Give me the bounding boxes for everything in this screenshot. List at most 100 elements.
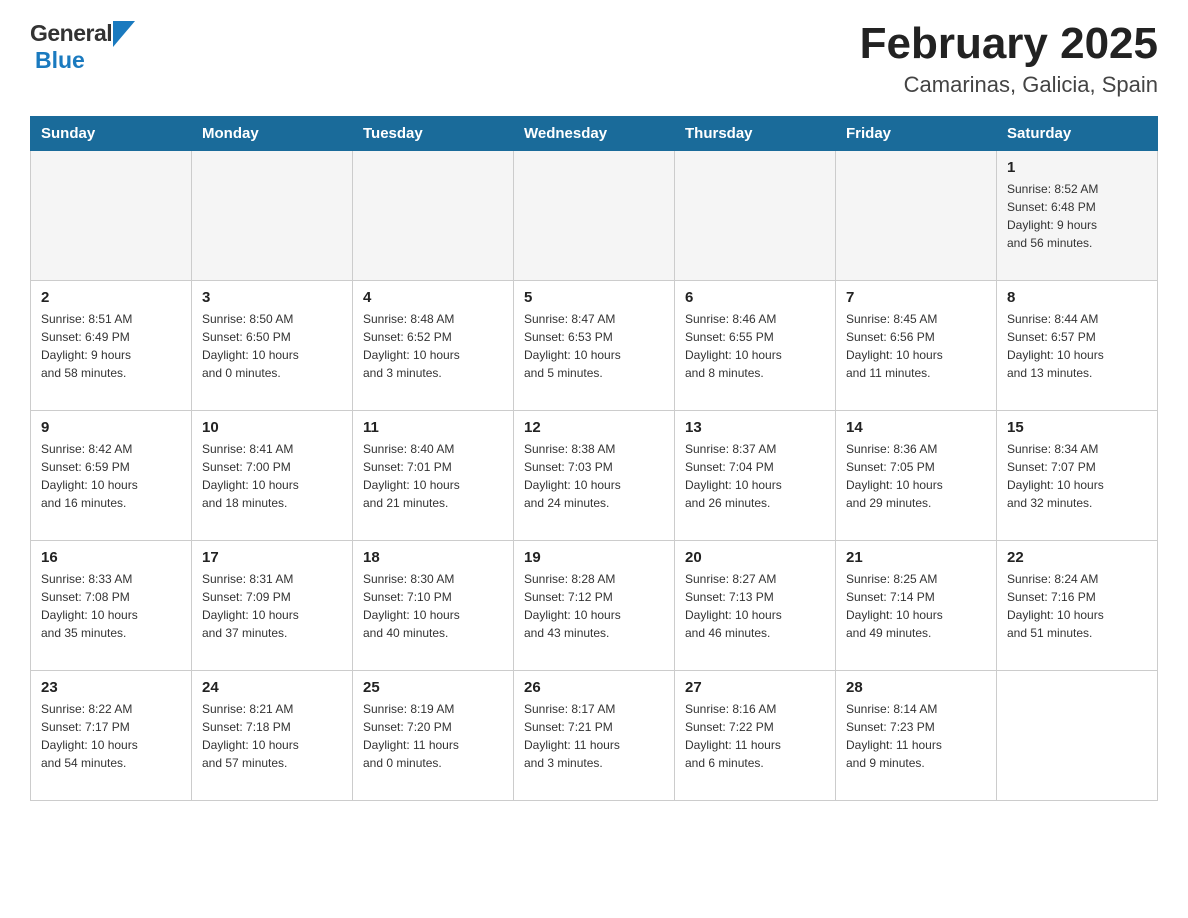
weekday-friday: Friday <box>836 117 997 151</box>
week-row-1: 2 Sunrise: 8:51 AM Sunset: 6:49 PM Daylig… <box>31 281 1158 411</box>
weekday-thursday: Thursday <box>675 117 836 151</box>
table-row <box>31 151 192 281</box>
week-row-2: 9 Sunrise: 8:42 AM Sunset: 6:59 PM Daylig… <box>31 411 1158 541</box>
day-number: 20 <box>685 549 825 566</box>
weekday-sunday: Sunday <box>31 117 192 151</box>
table-row: 24Sunrise: 8:21 AM Sunset: 7:18 PM Dayli… <box>192 671 353 801</box>
table-row: 1Sunrise: 8:52 AM Sunset: 6:48 PM Daylig… <box>997 151 1158 281</box>
logo-blue-text: Blue <box>35 47 85 74</box>
table-row: 11 Sunrise: 8:40 AM Sunset: 7:01 PM Dayli… <box>353 411 514 541</box>
day-info: Sunrise: 8:50 AM Sunset: 6:50 PM Dayligh… <box>202 310 342 382</box>
table-row: 14 Sunrise: 8:36 AM Sunset: 7:05 PM Dayli… <box>836 411 997 541</box>
day-info: Sunrise: 8:17 AM Sunset: 7:21 PM Dayligh… <box>524 700 664 772</box>
day-number: 7 <box>846 289 986 306</box>
weekday-tuesday: Tuesday <box>353 117 514 151</box>
day-number: 22 <box>1007 549 1147 566</box>
table-row: 23Sunrise: 8:22 AM Sunset: 7:17 PM Dayli… <box>31 671 192 801</box>
day-number: 8 <box>1007 289 1147 306</box>
table-row: 10Sunrise: 8:41 AM Sunset: 7:00 PM Dayli… <box>192 411 353 541</box>
day-info: Sunrise: 8:46 AM Sunset: 6:55 PM Dayligh… <box>685 310 825 382</box>
table-row: 27 Sunrise: 8:16 AM Sunset: 7:22 PM Dayli… <box>675 671 836 801</box>
table-row: 26 Sunrise: 8:17 AM Sunset: 7:21 PM Dayli… <box>514 671 675 801</box>
table-row: 22 Sunrise: 8:24 AM Sunset: 7:16 PM Dayli… <box>997 541 1158 671</box>
table-row: 25 Sunrise: 8:19 AM Sunset: 7:20 PM Dayli… <box>353 671 514 801</box>
day-number: 11 <box>363 419 503 436</box>
day-info: Sunrise: 8:45 AM Sunset: 6:56 PM Dayligh… <box>846 310 986 382</box>
day-info: Sunrise: 8:51 AM Sunset: 6:49 PM Dayligh… <box>41 310 181 382</box>
day-info: Sunrise: 8:37 AM Sunset: 7:04 PM Dayligh… <box>685 440 825 512</box>
day-number: 17 <box>202 549 342 566</box>
day-number: 26 <box>524 679 664 696</box>
day-info: Sunrise: 8:47 AM Sunset: 6:53 PM Dayligh… <box>524 310 664 382</box>
table-row: 3 Sunrise: 8:50 AM Sunset: 6:50 PM Daylig… <box>192 281 353 411</box>
table-row: 5 Sunrise: 8:47 AM Sunset: 6:53 PM Daylig… <box>514 281 675 411</box>
day-info: Sunrise: 8:25 AM Sunset: 7:14 PM Dayligh… <box>846 570 986 642</box>
table-row: 16 Sunrise: 8:33 AM Sunset: 7:08 PM Dayli… <box>31 541 192 671</box>
table-row: 12 Sunrise: 8:38 AM Sunset: 7:03 PM Dayli… <box>514 411 675 541</box>
day-number: 28 <box>846 679 986 696</box>
table-row: 21 Sunrise: 8:25 AM Sunset: 7:14 PM Dayli… <box>836 541 997 671</box>
table-row <box>514 151 675 281</box>
weekday-header-row: SundayMondayTuesdayWednesdayThursdayFrid… <box>31 117 1158 151</box>
table-row: 17 Sunrise: 8:31 AM Sunset: 7:09 PM Dayli… <box>192 541 353 671</box>
day-number: 23 <box>41 679 181 696</box>
day-info: Sunrise: 8:16 AM Sunset: 7:22 PM Dayligh… <box>685 700 825 772</box>
day-number: 14 <box>846 419 986 436</box>
calendar-header: SundayMondayTuesdayWednesdayThursdayFrid… <box>31 117 1158 151</box>
day-info: Sunrise: 8:48 AM Sunset: 6:52 PM Dayligh… <box>363 310 503 382</box>
day-info: Sunrise: 8:19 AM Sunset: 7:20 PM Dayligh… <box>363 700 503 772</box>
week-row-3: 16 Sunrise: 8:33 AM Sunset: 7:08 PM Dayli… <box>31 541 1158 671</box>
week-row-0: 1Sunrise: 8:52 AM Sunset: 6:48 PM Daylig… <box>31 151 1158 281</box>
day-number: 6 <box>685 289 825 306</box>
day-number: 16 <box>41 549 181 566</box>
weekday-wednesday: Wednesday <box>514 117 675 151</box>
day-number: 10 <box>202 419 342 436</box>
day-number: 21 <box>846 549 986 566</box>
logo-triangle-icon <box>113 21 135 47</box>
day-info: Sunrise: 8:28 AM Sunset: 7:12 PM Dayligh… <box>524 570 664 642</box>
table-row <box>675 151 836 281</box>
table-row: 18Sunrise: 8:30 AM Sunset: 7:10 PM Dayli… <box>353 541 514 671</box>
table-row: 9 Sunrise: 8:42 AM Sunset: 6:59 PM Daylig… <box>31 411 192 541</box>
day-number: 15 <box>1007 419 1147 436</box>
day-number: 13 <box>685 419 825 436</box>
day-info: Sunrise: 8:36 AM Sunset: 7:05 PM Dayligh… <box>846 440 986 512</box>
day-info: Sunrise: 8:14 AM Sunset: 7:23 PM Dayligh… <box>846 700 986 772</box>
day-number: 1 <box>1007 159 1147 176</box>
table-row: 7 Sunrise: 8:45 AM Sunset: 6:56 PM Daylig… <box>836 281 997 411</box>
day-number: 24 <box>202 679 342 696</box>
day-info: Sunrise: 8:42 AM Sunset: 6:59 PM Dayligh… <box>41 440 181 512</box>
day-info: Sunrise: 8:24 AM Sunset: 7:16 PM Dayligh… <box>1007 570 1147 642</box>
day-info: Sunrise: 8:40 AM Sunset: 7:01 PM Dayligh… <box>363 440 503 512</box>
day-number: 9 <box>41 419 181 436</box>
logo: General Blue <box>30 20 135 74</box>
day-number: 4 <box>363 289 503 306</box>
table-row: 2 Sunrise: 8:51 AM Sunset: 6:49 PM Daylig… <box>31 281 192 411</box>
table-row: 6 Sunrise: 8:46 AM Sunset: 6:55 PM Daylig… <box>675 281 836 411</box>
table-row: 20 Sunrise: 8:27 AM Sunset: 7:13 PM Dayli… <box>675 541 836 671</box>
day-info: Sunrise: 8:38 AM Sunset: 7:03 PM Dayligh… <box>524 440 664 512</box>
calendar-table: SundayMondayTuesdayWednesdayThursdayFrid… <box>30 116 1158 801</box>
table-row: 15 Sunrise: 8:34 AM Sunset: 7:07 PM Dayli… <box>997 411 1158 541</box>
day-info: Sunrise: 8:31 AM Sunset: 7:09 PM Dayligh… <box>202 570 342 642</box>
day-info: Sunrise: 8:44 AM Sunset: 6:57 PM Dayligh… <box>1007 310 1147 382</box>
day-info: Sunrise: 8:34 AM Sunset: 7:07 PM Dayligh… <box>1007 440 1147 512</box>
weekday-saturday: Saturday <box>997 117 1158 151</box>
day-number: 19 <box>524 549 664 566</box>
page-subtitle: Camarinas, Galicia, Spain <box>860 72 1158 98</box>
table-row: 8 Sunrise: 8:44 AM Sunset: 6:57 PM Daylig… <box>997 281 1158 411</box>
table-row: 4 Sunrise: 8:48 AM Sunset: 6:52 PM Daylig… <box>353 281 514 411</box>
logo-general-text: General <box>30 20 112 47</box>
day-number: 27 <box>685 679 825 696</box>
day-number: 3 <box>202 289 342 306</box>
day-number: 5 <box>524 289 664 306</box>
weekday-monday: Monday <box>192 117 353 151</box>
day-number: 12 <box>524 419 664 436</box>
day-number: 25 <box>363 679 503 696</box>
page-header: General Blue February 2025 Camarinas, Ga… <box>30 20 1158 98</box>
day-info: Sunrise: 8:27 AM Sunset: 7:13 PM Dayligh… <box>685 570 825 642</box>
page-title: February 2025 <box>860 20 1158 68</box>
table-row <box>353 151 514 281</box>
day-info: Sunrise: 8:33 AM Sunset: 7:08 PM Dayligh… <box>41 570 181 642</box>
day-number: 2 <box>41 289 181 306</box>
